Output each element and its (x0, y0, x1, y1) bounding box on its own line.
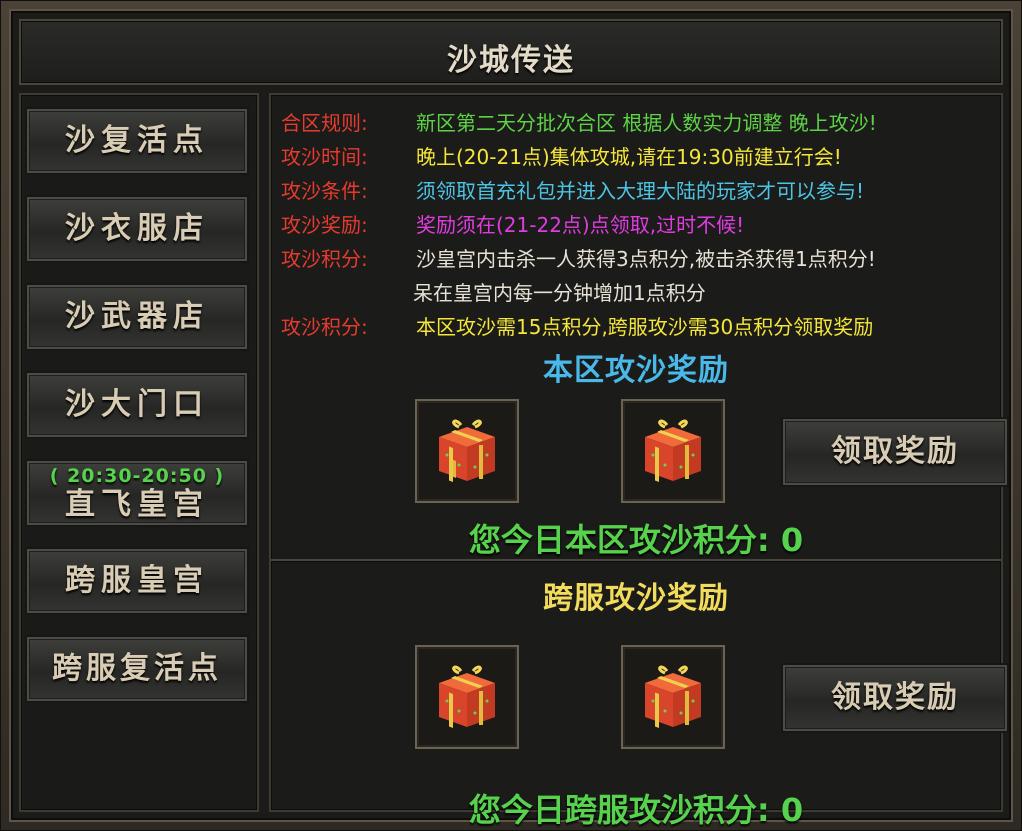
cross-server-revive-button[interactable]: 跨服复活点 (25, 635, 249, 703)
sidebar: 沙复活点 沙衣服店 沙武器店 沙大门口 ( 20:30-20:50 ) 直飞皇宫… (19, 93, 259, 812)
rule-reward: 攻沙奖励: 奖励须在(21-22点)点领取,过时不候! (281, 209, 744, 237)
cross-claim-reward-button[interactable]: 领取奖励 (781, 663, 1009, 733)
teleport-sand-revive-button[interactable]: 沙复活点 (25, 107, 249, 175)
rule-value: 新区第二天分批次合区 根据人数实力调整 晚上攻沙! (416, 111, 877, 135)
rule-value: 本区攻沙需15点积分,跨服攻沙需30点积分领取奖励 (416, 315, 874, 339)
main-panel: 合区规则: 新区第二天分批次合区 根据人数实力调整 晚上攻沙! 攻沙时间: 晚上(2… (269, 93, 1009, 829)
rule-key: 攻沙奖励: (281, 213, 368, 237)
rule-key: 合区规则: (281, 111, 368, 135)
teleport-sand-gate-button[interactable]: 沙大门口 (25, 371, 249, 439)
palace-time-window: ( 20:30-20:50 ) (49, 465, 225, 487)
gift-box-icon (439, 665, 495, 729)
local-claim-reward-button[interactable]: 领取奖励 (781, 417, 1009, 487)
local-reward-slot-1[interactable] (415, 399, 519, 503)
rule-key: 攻沙条件: (281, 179, 368, 203)
rule-value: 奖励须在(21-22点)点领取,过时不候! (416, 213, 745, 237)
rule-key: 攻沙时间: (281, 145, 368, 169)
rule-value: 沙皇宫内击杀一人获得3点积分,被击杀获得1点积分! (416, 247, 876, 271)
rule-points-requirement: 攻沙积分: 本区攻沙需15点积分,跨服攻沙需30点积分领取奖励 (281, 311, 873, 339)
gift-box-icon (645, 665, 701, 729)
section-divider (271, 559, 1001, 561)
local-reward-slot-2[interactable] (621, 399, 725, 503)
cross-score-text: 您今日跨服攻沙积分: 0 (468, 791, 804, 829)
fly-to-palace-label: 直飞皇宫 (65, 487, 209, 522)
rule-condition: 攻沙条件: 须领取首充礼包并进入大理大陆的玩家才可以参与! (281, 175, 864, 203)
rule-key: 攻沙积分: (281, 315, 368, 339)
teleport-sand-clothes-shop-button[interactable]: 沙衣服店 (25, 195, 249, 263)
rule-time: 攻沙时间: 晚上(20-21点)集体攻城,请在19:30前建立行会! (281, 141, 842, 169)
window-title: 沙城传送 (447, 43, 575, 78)
gift-box-icon (645, 419, 701, 483)
title-bar: 沙城传送 (19, 19, 1003, 85)
fly-to-palace-button[interactable]: ( 20:30-20:50 ) 直飞皇宫 (25, 459, 249, 527)
cross-reward-slot-2[interactable] (621, 645, 725, 749)
rule-value: 须领取首充礼包并进入大理大陆的玩家才可以参与! (416, 179, 865, 203)
rule-value: 晚上(20-21点)集体攻城,请在19:30前建立行会! (416, 145, 842, 169)
teleport-sand-weapon-shop-button[interactable]: 沙武器店 (25, 283, 249, 351)
cross-reward-title: 跨服攻沙奖励 (543, 581, 729, 616)
rule-merge: 合区规则: 新区第二天分批次合区 根据人数实力调整 晚上攻沙! (281, 107, 877, 135)
gift-box-icon (439, 419, 495, 483)
rule-key: 攻沙积分: (281, 247, 368, 271)
window-body: 沙城传送 沙复活点 沙衣服店 沙武器店 沙大门口 ( 20:30-20:50 )… (9, 9, 1013, 829)
rule-points: 攻沙积分: 沙皇宫内击杀一人获得3点积分,被击杀获得1点积分! (281, 243, 876, 271)
local-score-text: 您今日本区攻沙积分: 0 (468, 521, 804, 559)
local-reward-title: 本区攻沙奖励 (543, 353, 729, 388)
cross-server-palace-button[interactable]: 跨服皇宫 (25, 547, 249, 615)
window-frame: 沙城传送 沙复活点 沙衣服店 沙武器店 沙大门口 ( 20:30-20:50 )… (0, 0, 1022, 831)
rule-points-continuation: 呆在皇宫内每一分钟增加1点积分 (413, 281, 706, 305)
cross-reward-slot-1[interactable] (415, 645, 519, 749)
